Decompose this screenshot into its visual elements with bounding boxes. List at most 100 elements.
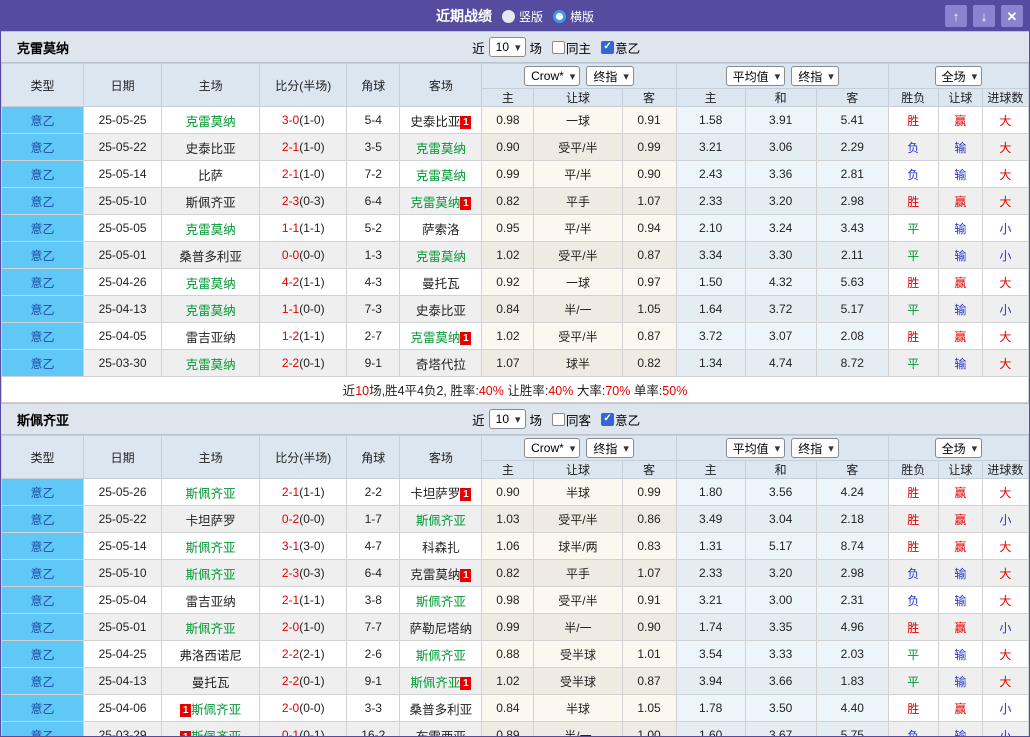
home-team-cell[interactable]: 克雷莫纳 — [162, 296, 260, 323]
home-team-cell[interactable]: 雷吉亚纳 — [162, 587, 260, 614]
away-team-cell[interactable]: 克雷莫纳 — [400, 134, 482, 161]
result-handicap: 赢 — [938, 323, 982, 350]
close-button[interactable]: ✕ — [1001, 5, 1023, 27]
home-team-cell[interactable]: 克雷莫纳 — [162, 269, 260, 296]
layout-radio-vertical[interactable]: 竖版 — [502, 8, 543, 25]
col-score: 比分(半场) — [260, 436, 347, 479]
col-score: 比分(半场) — [260, 64, 347, 107]
corner-count: 3-8 — [347, 587, 400, 614]
score-cell[interactable]: 1-1(1-1) — [260, 215, 347, 242]
away-team-cell[interactable]: 萨勒尼塔纳 — [400, 614, 482, 641]
away-team-cell[interactable]: 斯佩齐亚 — [400, 641, 482, 668]
score-cell[interactable]: 2-1(1-0) — [260, 134, 347, 161]
home-team-cell[interactable]: 克雷莫纳 — [162, 107, 260, 134]
avg-final-value: 终指 — [798, 68, 822, 85]
score-cell[interactable]: 2-0(0-0) — [260, 695, 347, 722]
home-team-cell[interactable]: 雷吉亚纳 — [162, 323, 260, 350]
odds-handicap: 受平/半 — [534, 134, 622, 161]
score-cell[interactable]: 3-1(3-0) — [260, 533, 347, 560]
home-team-cell[interactable]: 克雷莫纳 — [162, 350, 260, 377]
score-cell[interactable]: 0-2(0-0) — [260, 506, 347, 533]
away-team-cell[interactable]: 克雷莫纳1 — [400, 188, 482, 215]
match-count-select[interactable]: 10 — [489, 37, 526, 57]
home-team-cell[interactable]: 卡坦萨罗 — [162, 506, 260, 533]
score-cell[interactable]: 2-2(0-1) — [260, 350, 347, 377]
home-team-cell[interactable]: 斯佩齐亚 — [162, 188, 260, 215]
home-team-cell[interactable]: 斯佩齐亚 — [162, 560, 260, 587]
odds-select-group: Crow* 终指 — [482, 436, 676, 461]
score-cell[interactable]: 2-0(1-0) — [260, 614, 347, 641]
away-team-cell[interactable]: 科森扎 — [400, 533, 482, 560]
score-cell[interactable]: 2-3(0-3) — [260, 560, 347, 587]
same-venue-checkbox[interactable] — [552, 413, 565, 426]
score-cell[interactable]: 2-1(1-1) — [260, 479, 347, 506]
away-team-cell[interactable]: 布雷西亚 — [400, 722, 482, 737]
home-team-cell[interactable]: 克雷莫纳 — [162, 215, 260, 242]
score-cell[interactable]: 3-0(1-0) — [260, 107, 347, 134]
move-down-button[interactable]: ↓ — [973, 5, 995, 27]
home-team-cell[interactable]: 斯佩齐亚 — [162, 479, 260, 506]
same-venue-checkbox[interactable] — [552, 41, 565, 54]
score-cell[interactable]: 0-0(0-0) — [260, 242, 347, 269]
away-team-cell[interactable]: 克雷莫纳 — [400, 242, 482, 269]
home-team-cell[interactable]: 曼托瓦 — [162, 668, 260, 695]
avg-home-odds: 1.34 — [676, 350, 745, 377]
same-league-checkbox[interactable] — [601, 413, 614, 426]
score-cell[interactable]: 1-1(0-0) — [260, 296, 347, 323]
home-team-cell[interactable]: 史泰比亚 — [162, 134, 260, 161]
home-team-cell[interactable]: 斯佩齐亚 — [162, 614, 260, 641]
home-team-cell[interactable]: 斯佩齐亚 — [162, 533, 260, 560]
away-team-cell[interactable]: 克雷莫纳1 — [400, 323, 482, 350]
red-badge: 1 — [460, 677, 471, 690]
scope-select[interactable]: 全场 — [935, 438, 983, 458]
away-team-cell[interactable]: 斯佩齐亚1 — [400, 668, 482, 695]
score-cell[interactable]: 2-1(1-1) — [260, 587, 347, 614]
score-cell[interactable]: 2-1(1-0) — [260, 161, 347, 188]
away-team-cell[interactable]: 史泰比亚 — [400, 296, 482, 323]
away-team-cell[interactable]: 奇塔代拉 — [400, 350, 482, 377]
home-team-cell[interactable]: 弗洛西诺尼 — [162, 641, 260, 668]
score-cell[interactable]: 1-2(1-1) — [260, 323, 347, 350]
away-team-cell[interactable]: 克雷莫纳 — [400, 161, 482, 188]
odds-final-select[interactable]: 终指 — [586, 66, 634, 86]
avg-away-odds: 2.31 — [816, 587, 888, 614]
score-cell[interactable]: 0-1(0-1) — [260, 722, 347, 737]
avg-final-select[interactable]: 终指 — [791, 66, 839, 86]
score-cell[interactable]: 2-3(0-3) — [260, 188, 347, 215]
away-team-cell[interactable]: 斯佩齐亚 — [400, 587, 482, 614]
score-cell[interactable]: 2-2(2-1) — [260, 641, 347, 668]
away-team-cell[interactable]: 桑普多利亚 — [400, 695, 482, 722]
score-cell[interactable]: 2-2(0-1) — [260, 668, 347, 695]
scope-select[interactable]: 全场 — [935, 66, 983, 86]
result-handicap: 输 — [938, 587, 982, 614]
corner-count: 7-3 — [347, 296, 400, 323]
home-team-cell[interactable]: 比萨 — [162, 161, 260, 188]
match-count-select[interactable]: 10 — [489, 409, 526, 429]
score-cell[interactable]: 4-2(1-1) — [260, 269, 347, 296]
col-corner: 角球 — [347, 436, 400, 479]
away-team-cell[interactable]: 克雷莫纳1 — [400, 560, 482, 587]
avg-final-select[interactable]: 终指 — [791, 438, 839, 458]
fulltime-score: 0-1 — [282, 728, 299, 737]
near-label: 近 — [472, 410, 485, 429]
away-team-cell[interactable]: 卡坦萨罗1 — [400, 479, 482, 506]
avg-final-value: 终指 — [798, 440, 822, 457]
move-up-button[interactable]: ↑ — [945, 5, 967, 27]
home-team-cell[interactable]: 1斯佩齐亚 — [162, 722, 260, 737]
avg-draw-odds: 3.35 — [745, 614, 816, 641]
avg-draw-odds: 3.20 — [745, 188, 816, 215]
away-team-cell[interactable]: 萨索洛 — [400, 215, 482, 242]
odds-final-select[interactable]: 终指 — [586, 438, 634, 458]
odds-source-select[interactable]: Crow* — [524, 438, 580, 458]
odds-source-select[interactable]: Crow* — [524, 66, 580, 86]
home-team-cell[interactable]: 1斯佩齐亚 — [162, 695, 260, 722]
away-team-cell[interactable]: 斯佩齐亚 — [400, 506, 482, 533]
home-team-cell[interactable]: 桑普多利亚 — [162, 242, 260, 269]
away-team-cell[interactable]: 曼托瓦 — [400, 269, 482, 296]
avg-select[interactable]: 平均值 — [726, 438, 786, 458]
avg-select[interactable]: 平均值 — [726, 66, 786, 86]
away-team-cell[interactable]: 史泰比亚1 — [400, 107, 482, 134]
layout-radio-horizontal[interactable]: 横版 — [553, 8, 594, 25]
same-league-checkbox[interactable] — [601, 41, 614, 54]
odds-home: 0.92 — [482, 269, 534, 296]
